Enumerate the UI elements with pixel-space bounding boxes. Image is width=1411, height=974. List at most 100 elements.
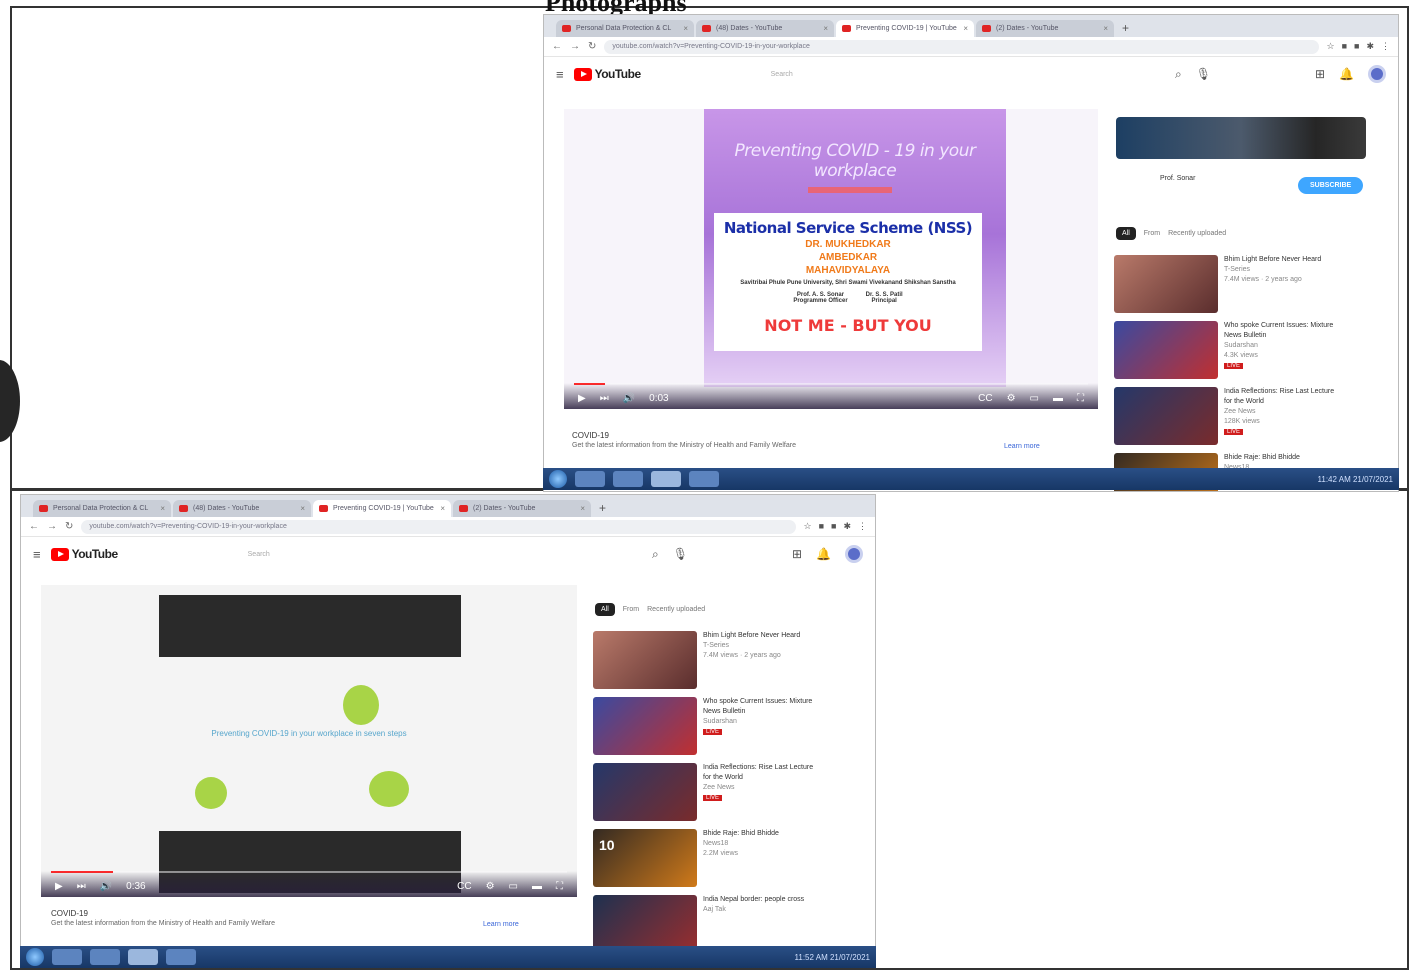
fullscreen-icon[interactable]: ⛶ [1077,393,1084,404]
list-item[interactable]: Who spoke Current Issues: Mixture News B… [593,697,815,755]
taskbar-app[interactable] [90,949,120,965]
chip-all[interactable]: All [595,603,615,616]
settings-icon[interactable]: ⚙ [486,881,495,892]
search-icon[interactable]: ⌕ [1175,67,1182,82]
create-icon[interactable]: ⊞ [792,547,802,561]
taskbar-app-chrome[interactable] [651,471,681,487]
hamburger-icon[interactable]: ≡ [556,67,564,82]
new-tab-button[interactable]: + [593,500,612,517]
star-icon[interactable]: ☆ [1327,41,1335,52]
taskbar-app-chrome[interactable] [128,949,158,965]
miniplayer-icon[interactable]: ▭ [509,881,518,892]
close-icon[interactable]: × [683,24,688,33]
video-player[interactable]: Preventing COVID-19 in your workplace in… [41,585,577,897]
volume-icon[interactable]: 🔊 [623,393,635,404]
close-icon[interactable]: × [440,504,445,513]
chip-all[interactable]: All [1116,227,1136,240]
fullscreen-icon[interactable]: ⛶ [556,881,563,892]
close-icon[interactable]: × [580,504,585,513]
list-item[interactable]: Bhim Light Before Never Heard T-Series 7.4… [593,631,815,689]
volume-icon[interactable]: 🔊 [100,881,112,892]
list-item[interactable]: 10 Bhide Raje: Bhid Bhidde News18 2.2M vie… [593,829,815,887]
reload-icon[interactable]: ↻ [65,521,73,532]
video-thumbnail[interactable] [593,697,697,755]
close-icon[interactable]: × [300,504,305,513]
youtube-logo[interactable]: YouTube [50,547,118,561]
search-input[interactable]: Search [248,551,270,558]
video-thumbnail[interactable] [1114,321,1218,379]
close-icon[interactable]: × [160,504,165,513]
close-icon[interactable]: × [823,24,828,33]
play-icon[interactable]: ▶ [55,881,63,892]
address-bar[interactable]: youtube.com/watch?v=Preventing-COVID-19-… [81,519,796,534]
chip-from[interactable]: From [623,606,639,613]
taskbar-app[interactable] [52,949,82,965]
create-icon[interactable]: ⊞ [1315,67,1325,81]
taskbar-app[interactable] [613,471,643,487]
theater-icon[interactable]: ▬ [1053,393,1063,404]
browser-tab[interactable]: (2) Dates - YouTube × [453,500,591,517]
list-item[interactable]: India Nepal border: people cross Aaj Tak [593,895,815,947]
kebab-menu-icon[interactable]: ⋮ [1381,41,1390,52]
video-thumbnail[interactable] [593,631,697,689]
list-item[interactable]: Bhim Light Before Never Heard T-Series 7.4… [1114,255,1336,313]
video-thumbnail[interactable] [1114,387,1218,445]
avatar[interactable] [1368,65,1386,83]
browser-tab[interactable]: (48) Dates - YouTube × [173,500,311,517]
reload-icon[interactable]: ↻ [588,41,596,52]
kebab-menu-icon[interactable]: ⋮ [858,521,867,532]
new-tab-button[interactable]: + [1116,20,1135,37]
extension-icon[interactable]: ■ [819,521,824,532]
bell-icon[interactable]: 🔔 [1339,67,1354,81]
address-bar[interactable]: youtube.com/watch?v=Preventing-COVID-19-… [604,39,1319,54]
video-thumbnail[interactable] [1114,255,1218,313]
video-thumbnail[interactable] [593,895,697,947]
taskbar-app[interactable] [575,471,605,487]
avatar[interactable] [845,545,863,563]
settings-icon[interactable]: ⚙ [1007,393,1016,404]
browser-tab[interactable]: (2) Dates - YouTube × [976,20,1114,37]
chip-recently-uploaded[interactable]: Recently uploaded [1168,230,1226,237]
extension-icon[interactable]: ■ [1354,41,1359,52]
browser-tab-active[interactable]: Preventing COVID-19 | YouTube × [836,20,974,37]
search-icon[interactable]: ⌕ [652,547,659,562]
video-thumbnail[interactable] [593,763,697,821]
hamburger-icon[interactable]: ≡ [33,547,41,562]
search-input[interactable]: Search [771,71,793,78]
close-icon[interactable]: × [963,24,968,33]
taskbar-app[interactable] [166,949,196,965]
miniplayer-icon[interactable]: ▭ [1030,393,1039,404]
video-thumbnail[interactable]: 10 [593,829,697,887]
list-item[interactable]: India Reflections: Rise Last Lecture for… [593,763,815,821]
next-icon[interactable]: ⏭ [77,881,86,892]
puzzle-icon[interactable]: ✱ [843,521,851,532]
chip-recently-uploaded[interactable]: Recently uploaded [647,606,705,613]
star-icon[interactable]: ☆ [804,521,812,532]
browser-tab-active[interactable]: Preventing COVID-19 | YouTube × [313,500,451,517]
browser-tab[interactable]: (48) Dates - YouTube × [696,20,834,37]
start-button[interactable] [26,948,44,966]
forward-icon[interactable]: → [570,41,580,52]
back-icon[interactable]: ← [29,521,39,532]
taskbar-app[interactable] [689,471,719,487]
video-player[interactable]: Preventing COVID - 19 in your workplace … [564,109,1098,409]
chip-from[interactable]: From [1144,230,1160,237]
back-icon[interactable]: ← [552,41,562,52]
extension-icon[interactable]: ■ [831,521,836,532]
list-item[interactable]: India Reflections: Rise Last Lecture for… [1114,387,1336,445]
learn-more-link[interactable]: Learn more [1004,443,1040,450]
learn-more-link[interactable]: Learn more [483,921,519,928]
close-icon[interactable]: × [1103,24,1108,33]
forward-icon[interactable]: → [47,521,57,532]
channel-name[interactable]: Prof. Sonar [1160,175,1195,182]
list-item[interactable]: Who spoke Current Issues: Mixture News B… [1114,321,1336,379]
mic-icon[interactable]: 🎙 [673,547,688,561]
captions-icon[interactable]: CC [457,881,471,892]
youtube-logo[interactable]: YouTube [573,67,641,81]
puzzle-icon[interactable]: ✱ [1366,41,1374,52]
play-icon[interactable]: ▶ [578,393,586,404]
theater-icon[interactable]: ▬ [532,881,542,892]
browser-tab[interactable]: Personal Data Protection & CL × [556,20,694,37]
browser-tab[interactable]: Personal Data Protection & CL × [33,500,171,517]
mic-icon[interactable]: 🎙 [1196,67,1211,81]
